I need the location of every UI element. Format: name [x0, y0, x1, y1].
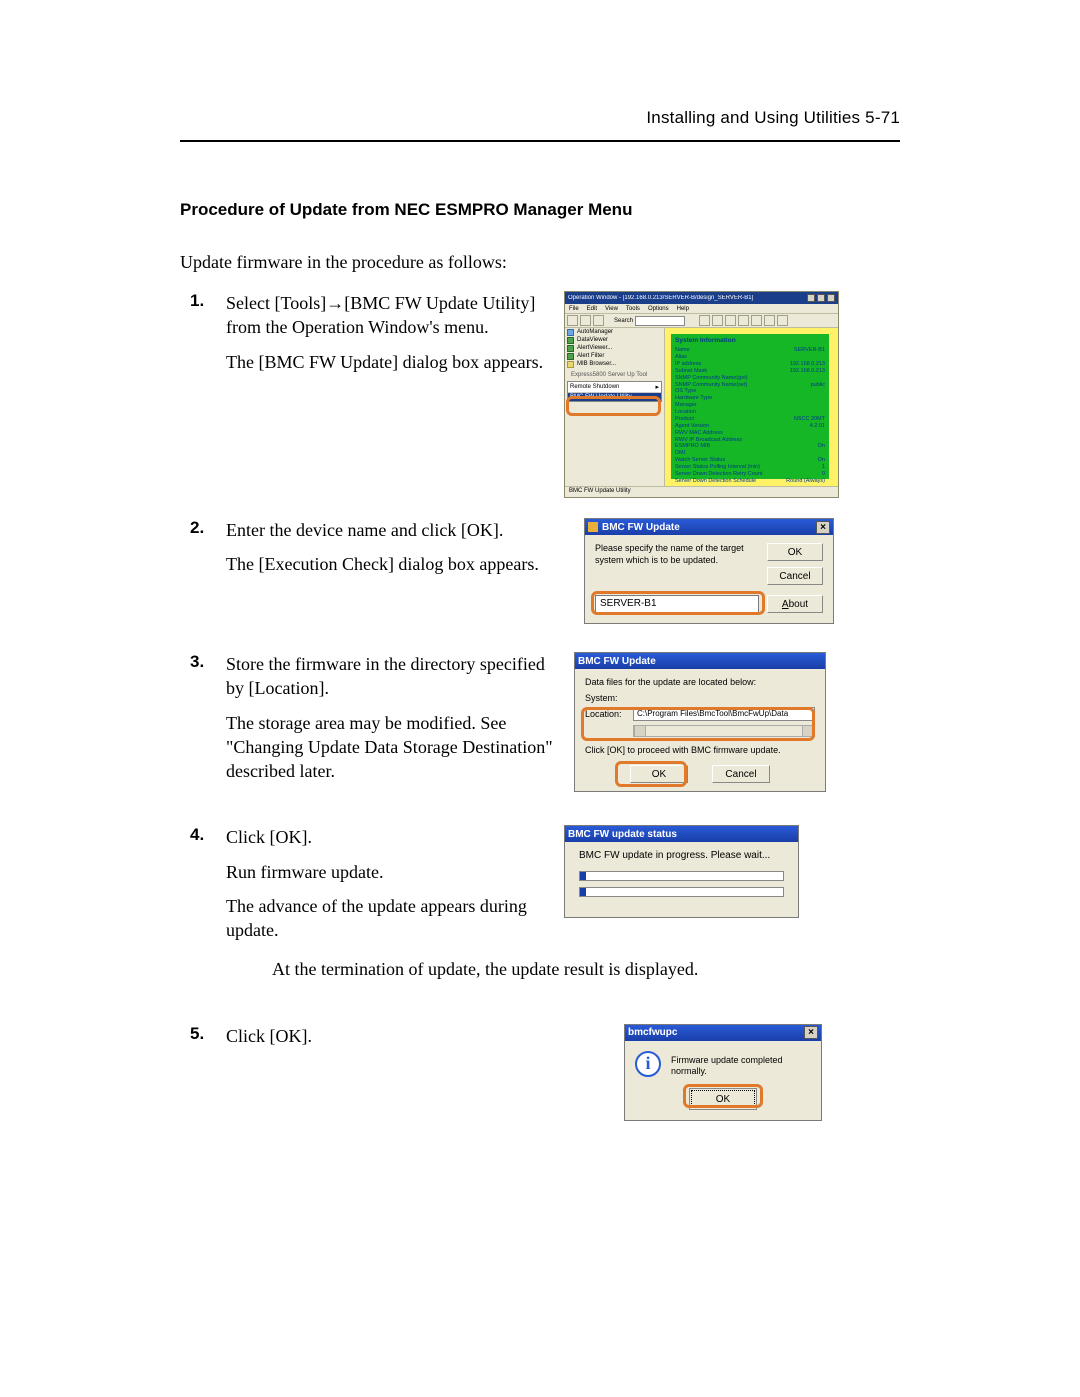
tree-item: AlertViewer... — [565, 344, 664, 352]
cancel-button[interactable]: Cancel — [767, 567, 823, 585]
step-3-text-2: The storage area may be modified. See "C… — [226, 711, 556, 784]
app-icon — [588, 522, 598, 532]
step-3-text-1: Store the firmware in the directory spec… — [226, 652, 556, 701]
server-icon — [567, 345, 574, 352]
step-2-text-2: The [Execution Check] dialog box appears… — [226, 552, 566, 576]
step-2: Enter the device name and click [OK]. Th… — [180, 518, 900, 624]
step-5-text-1: Click [OK]. — [226, 1024, 606, 1048]
screenshot-operation-window: Operation Window - [192.168.0.213/SERVER… — [564, 291, 839, 498]
step-4-text-1: Click [OK]. — [226, 825, 546, 849]
intro-paragraph: Update firmware in the procedure as foll… — [180, 252, 900, 273]
step-5: Click [OK]. bmcfwupc × i Firmware update… — [180, 1024, 900, 1121]
section-title: Procedure of Update from NEC ESMPRO Mana… — [180, 200, 900, 220]
scroll-left-icon[interactable] — [634, 726, 646, 736]
tree-item: MIB Browser... — [565, 360, 664, 368]
dialog-message: Please specify the name of the target sy… — [595, 543, 759, 585]
step-1: Select [Tools]→[BMC FW Update Utility] f… — [180, 291, 900, 498]
dialog-note: Click [OK] to proceed with BMC firmware … — [585, 745, 815, 755]
step-4: Click [OK]. Run firmware update. The adv… — [180, 825, 900, 979]
toolbar-icon — [593, 315, 604, 326]
dialog-title: bmcfwupc — [628, 1027, 677, 1038]
toolbar-search-input — [635, 316, 685, 326]
cancel-button[interactable]: Cancel — [712, 765, 770, 783]
tree-group: Express5800 Server Up Tool — [565, 371, 664, 379]
toolbar-icon — [738, 315, 749, 326]
close-icon: × — [804, 1026, 818, 1039]
tree-item: AutoManager — [565, 328, 664, 336]
step-4-text-2: Run firmware update. — [226, 860, 546, 884]
toolbar-icon — [764, 315, 775, 326]
dialog-label: Data files for the update are located be… — [585, 677, 815, 687]
header-rule — [180, 140, 900, 142]
chevron-right-icon: ▸ — [655, 383, 659, 391]
horizontal-scrollbar[interactable] — [633, 725, 815, 737]
info-header: System Information — [675, 337, 825, 345]
ok-button[interactable]: OK — [691, 1090, 755, 1108]
msgbox-text: Firmware update completed normally. — [671, 1051, 811, 1078]
ok-button[interactable]: OK — [767, 543, 823, 561]
step-1-text-1: Select [Tools]→[BMC FW Update Utility] f… — [226, 291, 546, 340]
toolbar-icon — [725, 315, 736, 326]
progress-bar-1 — [579, 871, 784, 881]
screenshot-bmc-fw-update-input: BMC FW Update × Please specify the name … — [584, 518, 834, 624]
tools-dropdown: Remote Shutdown▸ BMC FW Update Utility — [567, 381, 662, 402]
location-value: C:\Program Files\BmcTool\BmcFwUp\Data — [633, 707, 815, 721]
toolbar-icon — [580, 315, 591, 326]
server-icon — [567, 337, 574, 344]
dialog-title: BMC FW Update — [602, 522, 680, 533]
screenshot-bmc-fw-update-location: BMC FW Update Data files for the update … — [574, 652, 826, 792]
toolbar-icon — [567, 315, 578, 326]
status-message: BMC FW update in progress. Please wait..… — [579, 850, 784, 861]
tree-item: Alert Filter — [565, 352, 664, 360]
step-1-text-2: The [BMC FW Update] dialog box appears. — [226, 350, 546, 374]
opwin-info-panel: System Information NameSERVER-B1 Alias I… — [665, 328, 838, 486]
location-label: Location: — [585, 709, 633, 719]
toolbar-search-label: Search — [614, 318, 633, 324]
info-icon: i — [635, 1051, 661, 1077]
device-name-input[interactable]: SERVER-B1 — [595, 595, 759, 613]
scroll-right-icon[interactable] — [802, 726, 814, 736]
opwin-menubar: File Edit View Tools Options Help — [565, 304, 838, 314]
server-icon — [567, 353, 574, 360]
toolbar-icon — [712, 315, 723, 326]
opwin-tree: AutoManager DataViewer AlertViewer... Al… — [565, 328, 665, 486]
toolbar-icon — [699, 315, 710, 326]
dialog-title: BMC FW update status — [568, 829, 677, 840]
close-icon: × — [816, 521, 830, 534]
step-4-text-3: The advance of the update appears during… — [226, 894, 546, 943]
opwin-toolbar: Search — [565, 314, 838, 328]
tree-item: DataViewer — [565, 336, 664, 344]
dropdown-item-bmc-fw-update: BMC FW Update Utility — [568, 393, 661, 401]
screenshot-bmcfwupc-msgbox: bmcfwupc × i Firmware update completed n… — [624, 1024, 822, 1121]
toolbar-icon — [777, 315, 788, 326]
server-icon — [567, 361, 574, 368]
screenshot-bmc-fw-update-status: BMC FW update status BMC FW update in pr… — [564, 825, 799, 918]
minimize-icon — [807, 294, 815, 302]
step-4-text-4: At the termination of update, the update… — [226, 959, 900, 980]
toolbar-icon — [751, 315, 762, 326]
about-button[interactable]: About — [767, 595, 823, 613]
ok-button[interactable]: OK — [630, 765, 688, 783]
folder-icon — [567, 329, 574, 336]
close-icon — [827, 294, 835, 302]
maximize-icon — [817, 294, 825, 302]
opwin-statusbar: BMC FW Update Utility — [565, 486, 838, 497]
opwin-titlebar: Operation Window - [192.168.0.213/SERVER… — [565, 292, 838, 304]
progress-bar-2 — [579, 887, 784, 897]
running-header: Installing and Using Utilities 5-71 — [180, 108, 900, 128]
step-2-text-1: Enter the device name and click [OK]. — [226, 518, 566, 542]
system-label: System: — [585, 693, 633, 703]
step-3: Store the firmware in the directory spec… — [180, 652, 900, 793]
dialog-title: BMC FW Update — [578, 656, 656, 667]
